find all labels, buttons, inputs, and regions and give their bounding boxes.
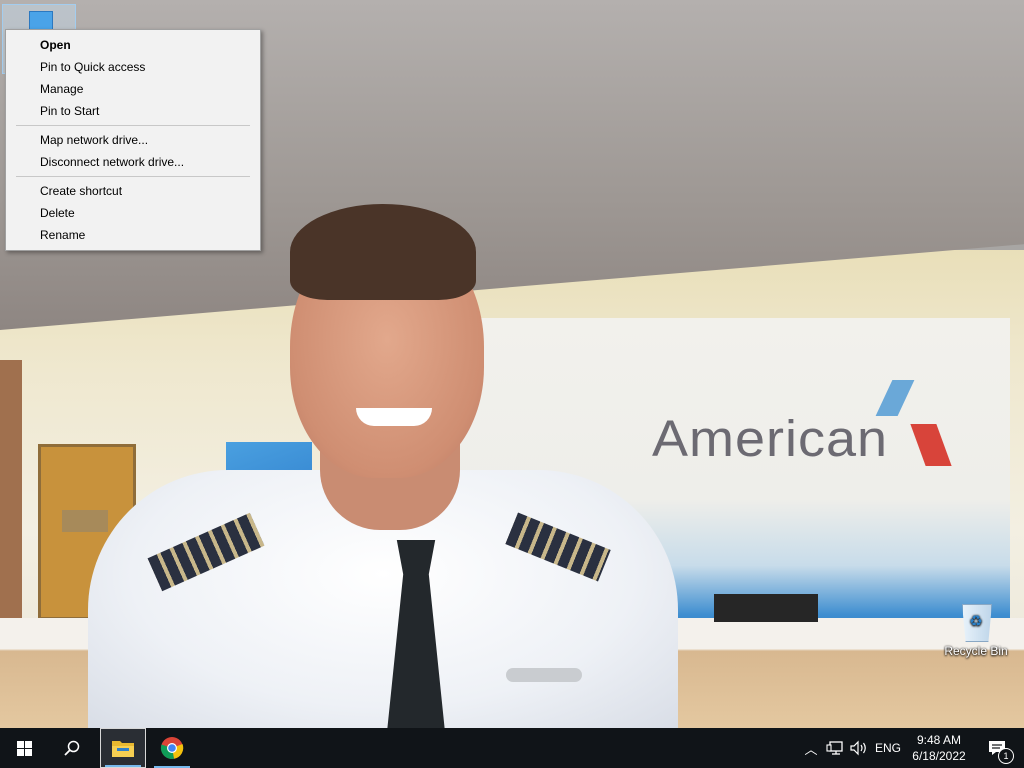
network-icon <box>826 741 843 755</box>
folder-icon <box>112 741 134 757</box>
wallpaper-pilot-wings <box>506 668 582 682</box>
show-hidden-icons-button[interactable]: ︿ <box>802 728 820 768</box>
recycle-bin-icon: ♻ <box>959 600 993 642</box>
menu-item-disconnect-network-drive[interactable]: Disconnect network drive... <box>6 151 260 173</box>
menu-item-pin-to-start[interactable]: Pin to Start <box>6 100 260 122</box>
taskbar: ︿ ENG 9:48 AM 6/18/2022 1 <box>0 728 1024 768</box>
volume-tray-button[interactable] <box>848 728 870 768</box>
context-menu: Open Pin to Quick access Manage Pin to S… <box>5 29 261 251</box>
wallpaper-sign-text: American <box>652 410 889 468</box>
speaker-icon <box>850 740 866 756</box>
action-center-button[interactable]: 1 <box>980 728 1014 768</box>
menu-separator <box>16 125 250 126</box>
menu-item-manage[interactable]: Manage <box>6 78 260 100</box>
input-language-indicator[interactable]: ENG <box>872 728 904 768</box>
wallpaper-monitor <box>714 594 818 622</box>
network-tray-button[interactable] <box>824 728 846 768</box>
notification-count-badge: 1 <box>998 748 1014 764</box>
chrome-icon <box>160 737 184 759</box>
this-pc-icon <box>29 11 53 31</box>
menu-item-pin-to-quick-access[interactable]: Pin to Quick access <box>6 56 260 78</box>
search-icon <box>64 740 80 756</box>
menu-item-delete[interactable]: Delete <box>6 202 260 224</box>
language-label: ENG <box>874 741 901 755</box>
menu-item-map-network-drive[interactable]: Map network drive... <box>6 129 260 151</box>
start-button[interactable] <box>0 728 48 768</box>
menu-item-open[interactable]: Open <box>6 34 260 56</box>
clock-date: 6/18/2022 <box>912 749 966 763</box>
wallpaper-pilot-hair <box>290 204 476 300</box>
recycle-bin-desktop-icon[interactable]: ♻ Recycle Bin <box>940 600 1012 658</box>
recycle-bin-label: Recycle Bin <box>944 644 1008 658</box>
wallpaper-door-sign <box>62 510 108 532</box>
wallpaper-brick-wall <box>0 360 22 640</box>
wallpaper-pilot-smile <box>356 408 432 426</box>
chrome-taskbar-button[interactable] <box>150 728 194 768</box>
chevron-up-icon: ︿ <box>804 741 818 757</box>
file-explorer-taskbar-button[interactable] <box>100 728 146 768</box>
clock[interactable]: 9:48 AM 6/18/2022 <box>906 728 972 768</box>
menu-item-create-shortcut[interactable]: Create shortcut <box>6 180 260 202</box>
clock-time: 9:48 AM <box>916 733 962 747</box>
menu-item-rename[interactable]: Rename <box>6 224 260 246</box>
search-button[interactable] <box>48 728 96 768</box>
menu-separator <box>16 176 250 177</box>
windows-logo-icon <box>16 740 32 756</box>
